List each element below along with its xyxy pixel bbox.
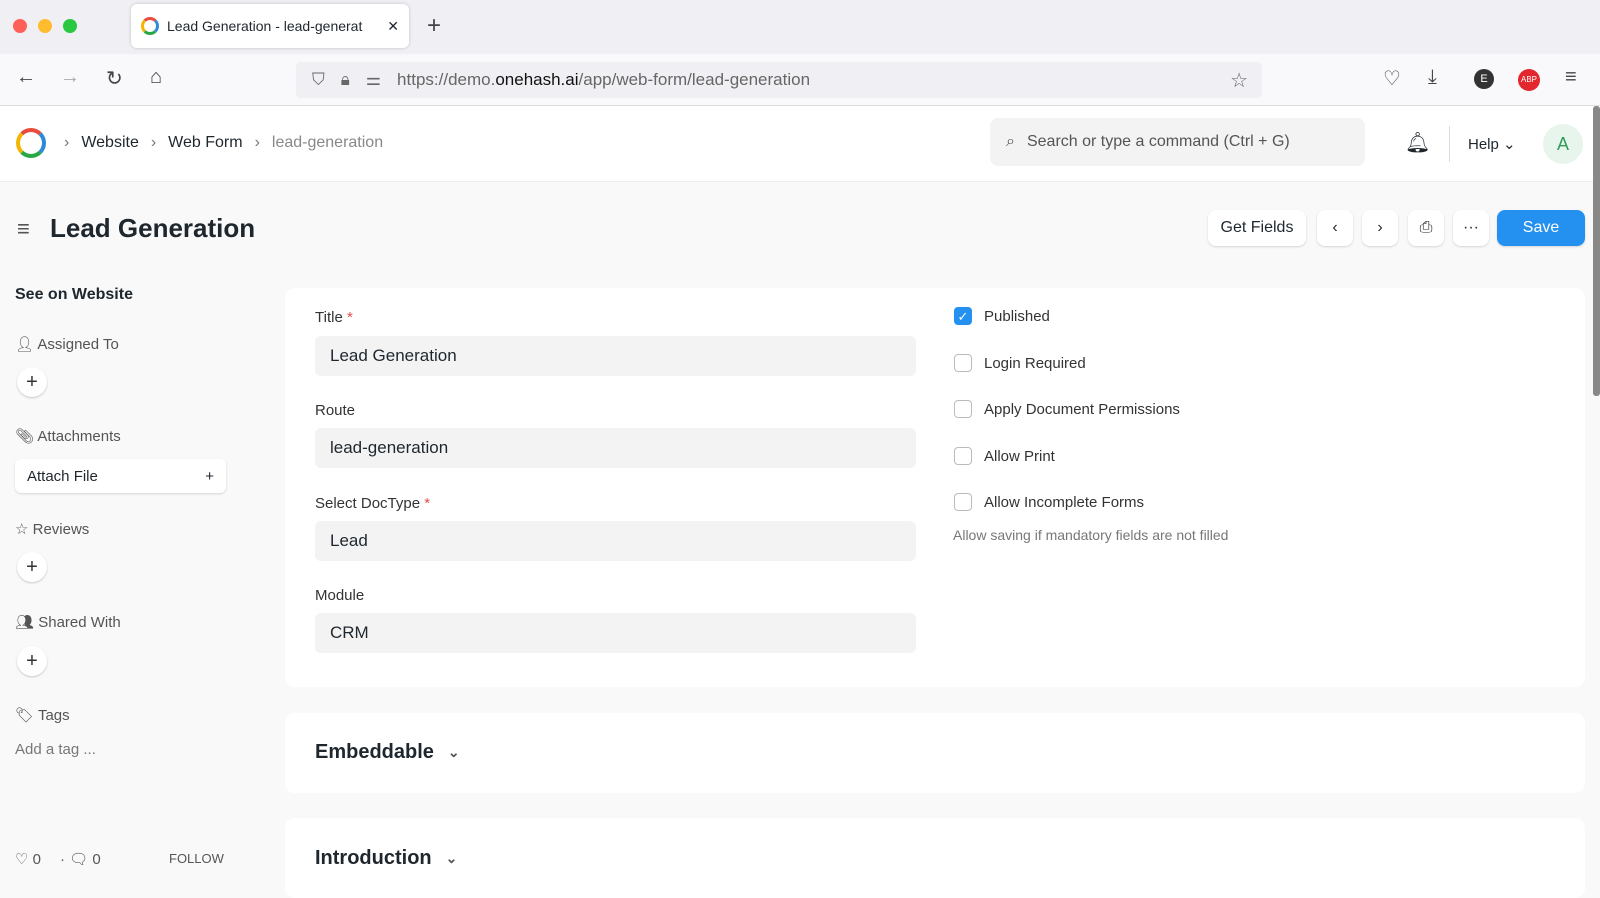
next-doc-button[interactable]: › bbox=[1362, 210, 1398, 246]
login-required-checkbox[interactable]: Login Required bbox=[954, 354, 1086, 372]
doctype-label: Select DocType * bbox=[315, 495, 431, 512]
avatar[interactable]: A bbox=[1543, 124, 1583, 164]
add-share-button[interactable]: + bbox=[17, 646, 47, 676]
doctype-select[interactable]: Lead bbox=[315, 521, 916, 561]
add-review-button[interactable]: + bbox=[17, 552, 47, 582]
minimize-window-button[interactable] bbox=[38, 19, 52, 33]
url-bar[interactable]: ⛉ 🔒︎ ⚌ https://demo.onehash.ai/app/web-f… bbox=[296, 62, 1262, 98]
adblock-icon[interactable]: ABP bbox=[1518, 69, 1540, 91]
shield-icon: ⛉ bbox=[312, 70, 325, 89]
permissions-icon: ⚌ bbox=[365, 70, 382, 89]
apply-document-permissions-checkbox[interactable]: Apply Document Permissions bbox=[954, 400, 1180, 418]
notification-bell-icon[interactable]: 🔔︎ bbox=[1405, 130, 1430, 155]
page-scrollbar[interactable] bbox=[1593, 106, 1600, 396]
embeddable-section bbox=[285, 713, 1585, 793]
browser-nav-bar: ← → ↻ ⌂ ⛉ 🔒︎ ⚌ https://demo.onehash.ai/a… bbox=[0, 54, 1600, 106]
introduction-section bbox=[285, 818, 1585, 898]
chevron-down-icon: ⌄ bbox=[447, 744, 460, 760]
page-title: Lead Generation bbox=[50, 213, 256, 243]
breadcrumb-web-form[interactable]: Web Form bbox=[168, 134, 242, 152]
search-icon: ⌕ bbox=[1006, 133, 1015, 150]
incomplete-forms-hint: Allow saving if mandatory fields are not… bbox=[953, 527, 1229, 543]
get-fields-button[interactable]: Get Fields bbox=[1208, 210, 1306, 246]
introduction-section-toggle[interactable]: Introduction ⌄ bbox=[315, 847, 457, 870]
allow-incomplete-forms-checkbox[interactable]: Allow Incomplete Forms bbox=[954, 493, 1144, 511]
like-button[interactable]: ♡ 0 bbox=[15, 850, 41, 868]
save-button[interactable]: Save bbox=[1497, 210, 1585, 246]
embeddable-section-toggle[interactable]: Embeddable ⌄ bbox=[315, 741, 460, 764]
help-dropdown[interactable]: Help ⌄ bbox=[1468, 135, 1516, 153]
tags-label: 🏷︎ Tags bbox=[15, 707, 70, 724]
home-icon[interactable]: ⌂ bbox=[150, 66, 162, 89]
see-on-website-link[interactable]: See on Website bbox=[15, 286, 133, 304]
lock-icon: 🔒︎ bbox=[340, 70, 350, 89]
app-logo-icon[interactable] bbox=[16, 128, 46, 158]
plus-icon: + bbox=[205, 467, 214, 485]
close-window-button[interactable] bbox=[13, 19, 27, 33]
breadcrumb: › Website › Web Form › lead-generation bbox=[64, 134, 384, 152]
route-input[interactable]: lead-generation bbox=[315, 428, 916, 468]
print-button[interactable]: ⎙ bbox=[1408, 210, 1444, 246]
chevron-down-icon: ⌄ bbox=[445, 850, 458, 866]
new-tab-icon[interactable]: + bbox=[427, 12, 441, 40]
extension-e-icon[interactable]: E bbox=[1474, 69, 1494, 89]
reviews-label: ☆ Reviews bbox=[15, 521, 90, 538]
more-actions-button[interactable]: ··· bbox=[1453, 210, 1489, 246]
breadcrumb-current: lead-generation bbox=[271, 134, 384, 151]
download-icon[interactable]: ⤓ bbox=[1428, 66, 1437, 89]
route-label: Route bbox=[315, 402, 356, 419]
previous-doc-button[interactable]: ‹ bbox=[1317, 210, 1353, 246]
maximize-window-button[interactable] bbox=[63, 19, 77, 33]
browser-tab-bar: Lead Generation - lead-generat ✕ + bbox=[0, 0, 1600, 54]
bookmark-star-icon[interactable]: ☆ bbox=[1230, 68, 1248, 93]
sidebar-toggle-icon[interactable]: ≡ bbox=[17, 216, 30, 242]
back-icon[interactable]: ← bbox=[16, 66, 36, 89]
pocket-icon[interactable]: ♡ bbox=[1383, 66, 1401, 91]
add-assignee-button[interactable]: + bbox=[17, 367, 47, 397]
breadcrumb-website[interactable]: Website bbox=[81, 134, 139, 152]
follow-button[interactable]: FOLLOW bbox=[169, 851, 224, 866]
onehash-logo-icon bbox=[141, 17, 159, 35]
assigned-to-label: 👤︎ Assigned To bbox=[15, 336, 119, 353]
attachments-label: 📎︎ Attachments bbox=[15, 428, 121, 445]
close-tab-icon[interactable]: ✕ bbox=[387, 18, 399, 35]
add-tag-input[interactable]: Add a tag ... bbox=[15, 741, 96, 758]
allow-print-checkbox[interactable]: Allow Print bbox=[954, 447, 1055, 465]
module-label: Module bbox=[315, 587, 365, 604]
shared-with-label: 👥︎ Shared With bbox=[15, 614, 121, 631]
app-header: › Website › Web Form › lead-generation ⌕ Sea… bbox=[0, 106, 1593, 182]
search-input[interactable]: ⌕ Search or type a command (Ctrl + G) bbox=[990, 118, 1365, 166]
comment-count: · 🗨︎ 0 bbox=[60, 851, 101, 868]
browser-tab[interactable]: Lead Generation - lead-generat ✕ bbox=[131, 4, 409, 48]
tab-title: Lead Generation - lead-generat bbox=[167, 18, 363, 34]
checkbox-checked-icon: ✓ bbox=[954, 307, 972, 325]
reload-icon[interactable]: ↻ bbox=[106, 66, 123, 91]
menu-icon[interactable]: ≡ bbox=[1565, 66, 1577, 89]
module-select[interactable]: CRM bbox=[315, 613, 916, 653]
title-label: Title * bbox=[315, 309, 353, 326]
title-input[interactable]: Lead Generation bbox=[315, 336, 916, 376]
published-checkbox[interactable]: ✓ Published bbox=[954, 307, 1050, 325]
forward-icon[interactable]: → bbox=[60, 66, 80, 89]
attach-file-button[interactable]: Attach File + bbox=[15, 459, 226, 493]
